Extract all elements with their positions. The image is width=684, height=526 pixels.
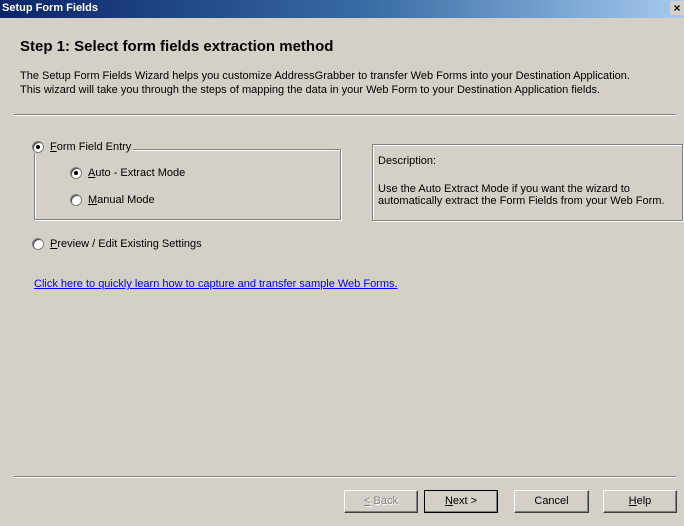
form-field-entry-group [34,149,341,220]
learn-capture-link[interactable]: Click here to quickly learn how to captu… [34,278,398,290]
step-title: Step 1: Select form fields extraction me… [20,38,334,55]
close-icon[interactable]: × [670,1,684,15]
window-title: Setup Form Fields [2,2,98,14]
radio-preview-edit-settings[interactable]: Preview / Edit Existing Settings [32,238,202,250]
radio-preview-edit-label[interactable]: Preview / Edit Existing Settings [50,238,202,250]
next-button[interactable]: Next > [424,490,498,513]
cancel-button[interactable]: Cancel [514,490,589,513]
back-button-label: < Back [364,495,398,507]
bottom-divider [14,476,676,478]
setup-form-fields-dialog: Setup Form Fields × Step 1: Select form … [0,0,684,526]
radio-manual-mode-label[interactable]: Manual Mode [88,194,155,206]
description-line-2: automatically extract the Form Fields fr… [378,195,665,207]
radio-form-field-entry-label[interactable]: Form Field Entry [50,141,131,153]
radio-manual-mode[interactable]: Manual Mode [70,194,155,206]
intro-text: The Setup Form Fields Wizard helps you c… [20,69,680,97]
radio-form-field-entry[interactable]: Form Field Entry [32,141,134,153]
intro-line-1: The Setup Form Fields Wizard helps you c… [20,70,630,82]
description-label: Description: [378,155,437,167]
intro-line-2: This wizard will take you through the st… [20,84,601,96]
back-button[interactable]: < Back [344,490,418,513]
title-bar: Setup Form Fields × [0,0,684,18]
radio-auto-extract-circle[interactable] [70,167,82,179]
radio-preview-edit-circle[interactable] [32,238,44,250]
description-panel: Description: Use the Auto Extract Mode i… [372,144,683,221]
radio-manual-mode-circle[interactable] [70,194,82,206]
radio-auto-extract-mode[interactable]: Auto - Extract Mode [70,167,185,179]
description-line-1: Use the Auto Extract Mode if you want th… [378,183,630,195]
radio-form-field-entry-circle[interactable] [32,141,44,153]
cancel-button-label: Cancel [534,495,569,507]
next-button-label: Next > [444,495,478,507]
help-button-label: Help [628,495,652,507]
radio-auto-extract-label[interactable]: Auto - Extract Mode [88,167,185,179]
help-button[interactable]: Help [603,490,677,513]
top-divider [14,114,676,116]
description-text: Use the Auto Extract Mode if you want th… [378,183,678,207]
